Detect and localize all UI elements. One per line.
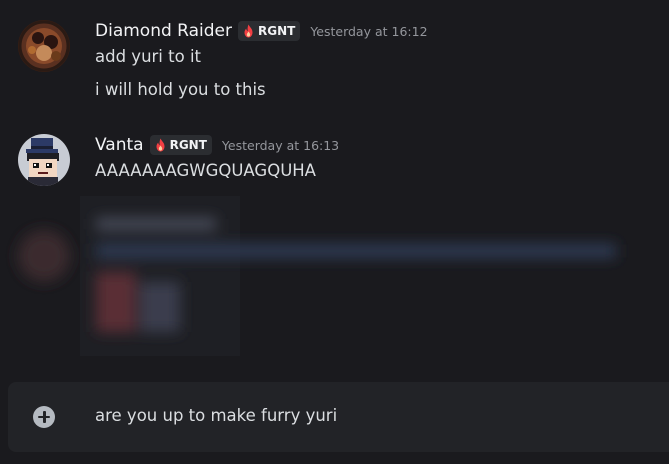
avatar-image [18, 134, 70, 186]
chat-view: Diamond Raider RGNT Yesterday at 16:12 a… [0, 0, 669, 464]
timestamp[interactable]: Yesterday at 16:13 [222, 138, 339, 153]
timestamp[interactable]: Yesterday at 16:12 [310, 24, 427, 39]
flame-icon [244, 24, 253, 38]
message-text: AAAAAAAGWGQUAGQUHA [95, 161, 316, 180]
avatar[interactable] [18, 134, 70, 186]
server-tag[interactable]: RGNT [237, 21, 301, 41]
tag-label: RGNT [257, 24, 296, 38]
avatar-image [18, 20, 70, 72]
username[interactable]: Vanta [95, 135, 144, 155]
message-text: i will hold you to this [95, 80, 266, 99]
tag-label: RGNT [169, 138, 207, 152]
server-tag[interactable]: RGNT [149, 135, 212, 155]
message-header: Vanta RGNT Yesterday at 16:13 [95, 134, 339, 156]
blurred-content [18, 196, 616, 356]
message-composer[interactable]: are you up to make furry yuri [8, 382, 669, 452]
message-header: Diamond Raider RGNT Yesterday at 16:12 [95, 20, 428, 42]
message-text: add yuri to it [95, 47, 202, 66]
plus-circle-icon[interactable] [33, 406, 55, 428]
avatar[interactable] [18, 20, 70, 72]
message-input[interactable]: are you up to make furry yuri [95, 406, 337, 425]
username[interactable]: Diamond Raider [95, 21, 232, 41]
blurred-message-region [0, 196, 669, 376]
flame-icon [156, 138, 165, 152]
